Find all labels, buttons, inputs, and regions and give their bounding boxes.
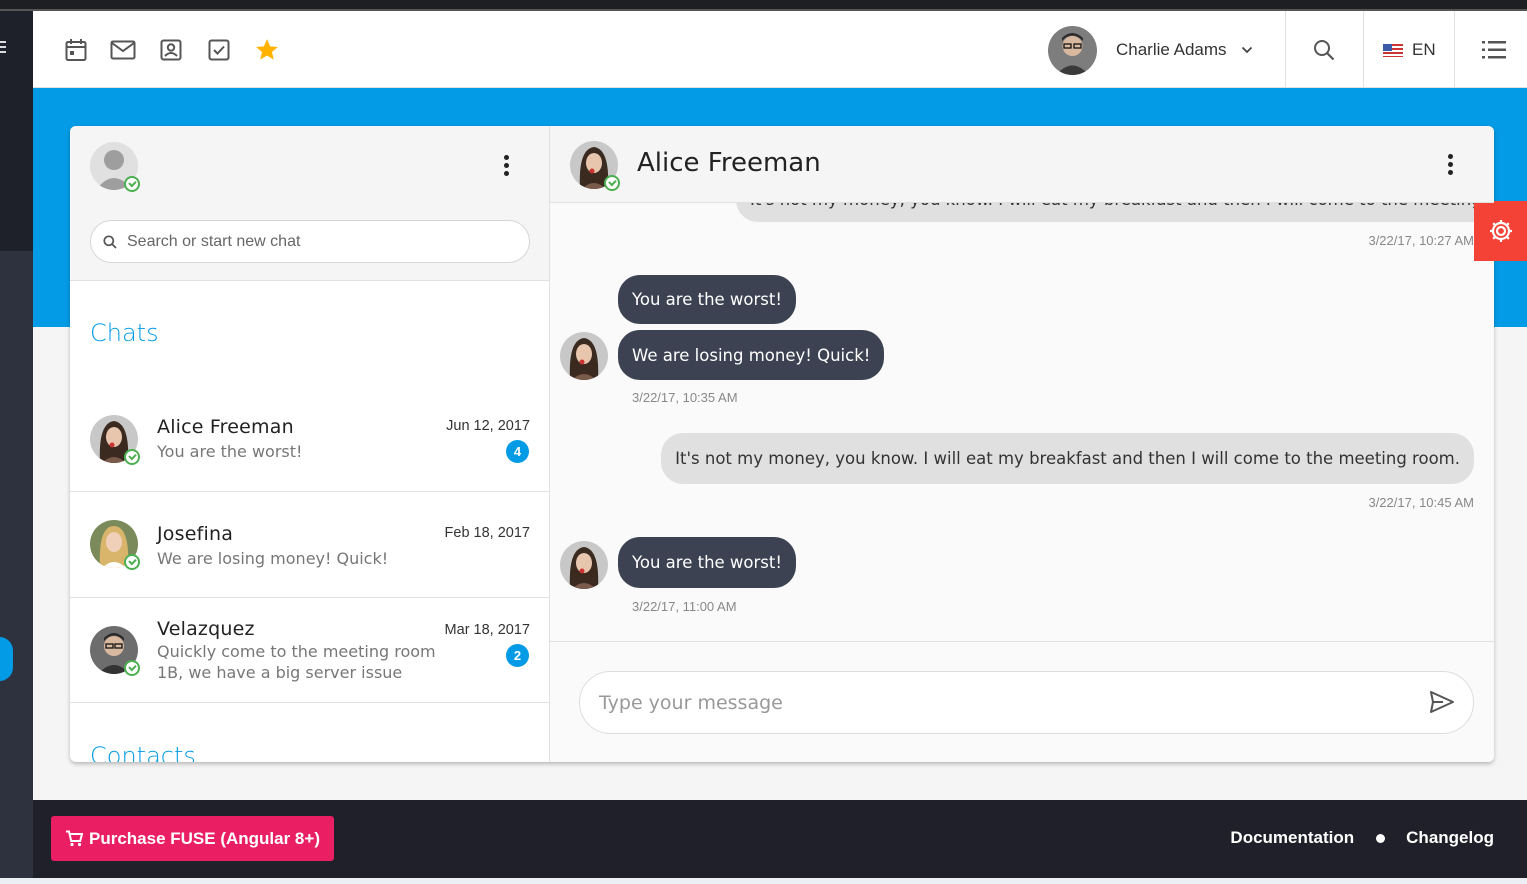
chat-list-item[interactable]: Velazquez Quickly come to the meeting ro… (70, 598, 549, 703)
message-bubble-incoming: We are losing money! Quick! (618, 330, 885, 380)
message-input[interactable] (599, 691, 1399, 714)
conversation-contact-name: Alice Freeman (637, 148, 821, 178)
message-timestamp: 3/22/17, 10:45 AM (1368, 495, 1474, 510)
message-list: It's not my money, you know. I will eat … (550, 203, 1494, 641)
changelog-link[interactable]: Changelog (1406, 828, 1494, 848)
chat-search (90, 220, 530, 263)
left-nav-header (0, 11, 33, 251)
message-timestamp: 3/22/17, 10:27 AM (1368, 233, 1474, 248)
theme-settings-button[interactable] (1474, 201, 1527, 261)
language-code: EN (1412, 40, 1436, 59)
conversation-header: Alice Freeman (550, 126, 1494, 203)
chat-contact-name: Velazquez (157, 618, 255, 640)
user-avatar (1048, 25, 1097, 75)
online-status-icon (124, 449, 140, 465)
conversation-panel: Alice Freeman It's not my money, you kno… (550, 126, 1494, 762)
chat-last-message: Quickly come to the meeting room 1B, we … (157, 642, 436, 682)
separator-dot (1376, 833, 1386, 843)
user-name: Charlie Adams (1116, 40, 1227, 59)
chat-contact-name: Josefina (157, 523, 234, 545)
message-bubble-incoming: You are the worst! (618, 537, 796, 588)
chevron-down-icon (1241, 46, 1252, 54)
gear-icon (1489, 220, 1512, 242)
chat-date: Mar 18, 2017 (444, 622, 530, 638)
chat-search-input[interactable] (127, 232, 507, 251)
online-status-icon (604, 175, 620, 191)
contacts-icon[interactable] (158, 37, 184, 63)
footer-links: Documentation Changelog (1230, 828, 1494, 848)
message-timestamp: 3/22/17, 11:00 AM (632, 599, 737, 614)
message-bubble-outgoing: It's not my money, you know. I will eat … (661, 433, 1474, 484)
send-icon[interactable] (1429, 690, 1455, 714)
documentation-link[interactable]: Documentation (1230, 828, 1354, 848)
page-bottom-strip (0, 878, 1527, 884)
chats-section-title: Chats (90, 319, 159, 347)
todo-icon[interactable] (206, 37, 232, 63)
unread-count-badge: 4 (506, 440, 529, 463)
online-status-icon (124, 660, 140, 676)
cart-icon (66, 830, 83, 847)
online-status-icon (124, 554, 140, 570)
mail-icon[interactable] (110, 37, 136, 63)
contacts-section-title: Contacts (90, 742, 196, 762)
nav-toggle-icon[interactable] (0, 41, 8, 56)
chat-list-item[interactable]: Josefina We are losing money! Quick! Feb… (70, 492, 549, 598)
chat-last-message: We are losing money! Quick! (157, 549, 389, 568)
chat-sidebar: Chats Alice Freeman You are the worst! J… (70, 126, 550, 762)
browser-top-strip (0, 0, 1527, 11)
toolbar-divider (1454, 11, 1455, 88)
user-menu[interactable]: Charlie Adams (1048, 24, 1284, 76)
chat-date: Feb 18, 2017 (444, 525, 530, 541)
search-icon (103, 234, 117, 249)
message-timestamp: 3/22/17, 10:35 AM (632, 390, 738, 405)
footer: Purchase FUSE (Angular 8+) Documentation… (33, 800, 1527, 878)
unread-count-badge: 2 (506, 644, 529, 667)
chat-card: Chats Alice Freeman You are the worst! J… (70, 126, 1494, 762)
calendar-icon[interactable] (63, 37, 89, 63)
quick-panel-toggle-icon[interactable] (1481, 37, 1507, 63)
contact-avatar (560, 541, 608, 589)
purchase-label: Purchase FUSE (Angular 8+) (89, 828, 320, 848)
us-flag-icon (1383, 43, 1403, 57)
chat-last-message: You are the worst! (157, 442, 303, 461)
sidebar-header (70, 126, 549, 281)
toolbar-divider (1363, 11, 1364, 88)
chat-date: Jun 12, 2017 (446, 418, 530, 434)
chat-list-item[interactable]: Alice Freeman You are the worst! Jun 12,… (70, 385, 549, 492)
toolbar: Charlie Adams EN (33, 11, 1527, 88)
conversation-more-icon[interactable] (1438, 149, 1462, 179)
search-icon[interactable] (1311, 37, 1337, 63)
language-switcher[interactable]: EN (1383, 37, 1436, 63)
message-bubble-incoming: You are the worst! (618, 275, 796, 324)
chat-contact-name: Alice Freeman (157, 416, 294, 438)
message-field (579, 671, 1474, 734)
left-navigation (0, 11, 33, 884)
message-bubble-outgoing: It's not my money, you know. I will eat … (736, 203, 1494, 222)
message-composer (550, 641, 1494, 762)
online-status-icon (124, 176, 140, 192)
contact-avatar (560, 332, 608, 380)
purchase-button[interactable]: Purchase FUSE (Angular 8+) (51, 816, 334, 861)
toolbar-divider (1285, 11, 1286, 88)
nav-active-indicator (0, 637, 13, 681)
star-icon[interactable] (254, 37, 280, 63)
sidebar-more-icon[interactable] (494, 150, 518, 180)
